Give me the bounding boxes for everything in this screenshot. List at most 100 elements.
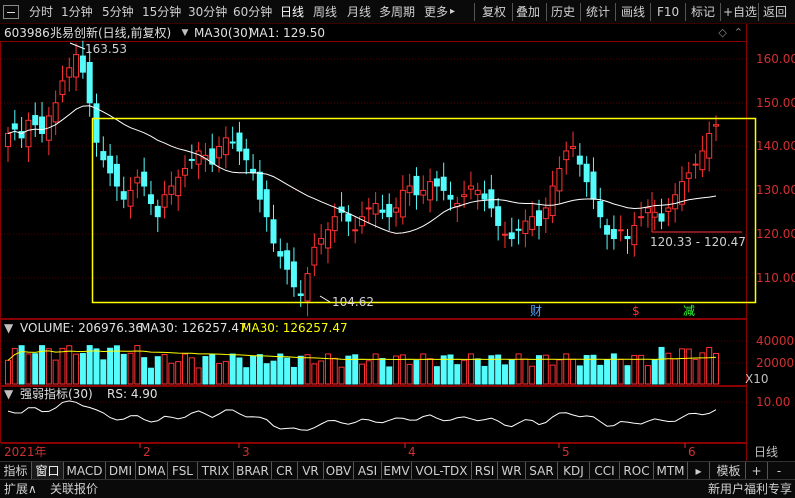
tab-asi[interactable]: ASI [354,462,382,480]
tab-macd[interactable]: MACD [64,462,106,480]
candle-body [508,232,515,240]
add-panel-button[interactable]: + [746,462,768,480]
volume-bar [501,364,508,385]
tab-scroll-right-icon[interactable]: ▸ [688,462,710,480]
tab-wr[interactable]: WR [498,462,526,480]
candle-body [501,233,508,236]
candle-body [270,219,277,244]
volume-bar [461,359,468,385]
volume-bar [175,361,182,385]
tab-cr[interactable]: CR [272,462,298,480]
volume-bar [433,366,440,385]
price-panel-frame [0,41,747,319]
volume-bar [393,355,400,385]
volume-bar [651,359,658,385]
candle-body [617,229,624,232]
volume-bar [216,362,223,385]
rs-value: RS: 4.90 [107,387,158,401]
tab-indicators[interactable]: 指标 [0,462,32,480]
candle-body [11,123,18,130]
candle-body [311,246,318,266]
candle-body [79,55,86,73]
tab-cci[interactable]: CCI [590,462,620,480]
date-tick: 6 [688,445,696,459]
volume-bar [161,353,168,385]
tab-vr[interactable]: VR [298,462,324,480]
volume-bar [665,352,672,385]
rs-line [7,400,717,431]
candle-body [372,203,379,215]
candle-body [713,124,719,127]
candle-body [175,176,182,197]
candle-body [324,229,331,249]
expand-button[interactable]: 扩展∧ [4,480,37,498]
tab-dmi[interactable]: DMI [106,462,136,480]
volume-bar [107,347,114,385]
volume-bar [604,359,611,385]
volume-bar [297,355,304,385]
volume-bar [270,360,277,385]
candle-body [216,146,223,159]
volume-bar [168,362,175,385]
price-axis: 160.00 150.00 140.00 130.00 120.00 110.0… [756,52,795,285]
stock-chart[interactable]: 160.00 150.00 140.00 130.00 120.00 110.0… [0,0,795,498]
candle-body [685,172,692,179]
candle-body [318,238,325,245]
tab-rsi[interactable]: RSI [472,462,498,480]
candle-body [243,148,250,161]
volume-bar [32,353,39,385]
volume-bar [576,365,583,385]
candle-body [570,146,577,149]
tab-roc[interactable]: ROC [620,462,654,480]
candle-body [66,67,73,78]
volume-value: VOLUME: 206976.36 [20,321,143,335]
volume-bar [284,357,291,385]
candle-body [229,141,236,144]
candle-body [549,185,556,217]
volume-bar [202,356,209,385]
candle-body [86,62,93,104]
tab-trix[interactable]: TRIX [198,462,234,480]
template-button[interactable]: 模板 [712,462,746,480]
volume-bar [243,367,250,385]
remove-panel-button[interactable]: - [768,462,790,480]
candle-body [440,176,447,191]
candle-body [529,216,536,230]
tab-emv[interactable]: EMV [382,462,412,480]
candle-body [638,216,645,219]
new-user-promo-link[interactable]: 新用户福利专享 [708,480,792,498]
volume-bar [188,357,195,385]
range-label: 120.33 - 120.47 [650,235,746,249]
candle-body [195,150,202,165]
volume-bar [556,359,563,385]
volume-bar [182,353,188,385]
volume-bar [263,363,270,385]
candle-body [277,251,284,257]
tab-sar[interactable]: SAR [526,462,558,480]
tab-kdj[interactable]: KDJ [558,462,590,480]
tab-window[interactable]: 窗口 [32,462,64,480]
volume-bar [100,359,107,385]
volume-bar [570,358,577,385]
tab-fsl[interactable]: FSL [168,462,198,480]
volume-bar [195,367,202,385]
candle-body [474,189,481,195]
tab-brar[interactable]: BRAR [234,462,272,480]
candle-body [563,150,570,161]
related-quotes-button[interactable]: 关联报价 [50,480,98,498]
candle-body [168,185,175,195]
volume-bar [474,358,481,385]
volume-bar [5,359,11,385]
candle-body [284,250,291,270]
volume-bar [529,365,536,385]
tab-vol-tdx[interactable]: VOL-TDX [412,462,472,480]
tab-obv[interactable]: OBV [324,462,354,480]
tab-mtm[interactable]: MTM [654,462,688,480]
volume-bar [644,365,651,385]
candle-body [379,209,386,213]
candle-body [365,207,372,210]
tab-dma[interactable]: DMA [136,462,168,480]
candle-body [393,207,400,213]
volume-tick: 40000 [756,334,794,348]
volume-bar [597,364,604,385]
